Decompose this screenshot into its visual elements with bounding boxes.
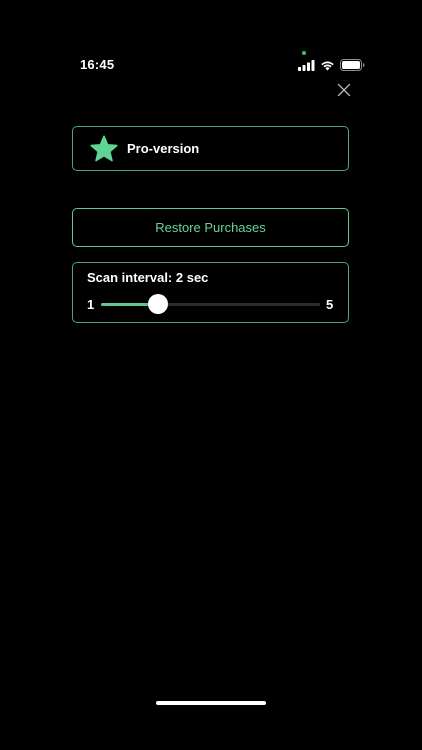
scan-interval-title: Scan interval: 2 sec: [87, 270, 209, 285]
home-indicator: [156, 701, 266, 705]
battery-icon: [340, 59, 365, 71]
scan-interval-card: Scan interval: 2 sec 1 5: [72, 262, 349, 323]
star-icon: [89, 134, 119, 164]
signal-icon: [298, 59, 315, 71]
wifi-icon: [321, 61, 334, 70]
status-bar: 16:45: [0, 0, 422, 80]
privacy-indicator-dot: [302, 51, 306, 55]
restore-purchases-label: Restore Purchases: [155, 220, 266, 235]
status-icons: [298, 59, 365, 71]
slider-thumb[interactable]: [148, 294, 168, 314]
scan-interval-slider[interactable]: [101, 294, 320, 314]
close-button[interactable]: [334, 80, 354, 100]
close-icon: [337, 83, 351, 97]
slider-min-label: 1: [87, 297, 95, 312]
restore-purchases-button[interactable]: Restore Purchases: [72, 208, 349, 247]
pro-version-card[interactable]: Pro-version: [72, 126, 349, 171]
slider-max-label: 5: [326, 297, 334, 312]
status-time: 16:45: [80, 57, 115, 72]
pro-version-label: Pro-version: [127, 141, 200, 156]
